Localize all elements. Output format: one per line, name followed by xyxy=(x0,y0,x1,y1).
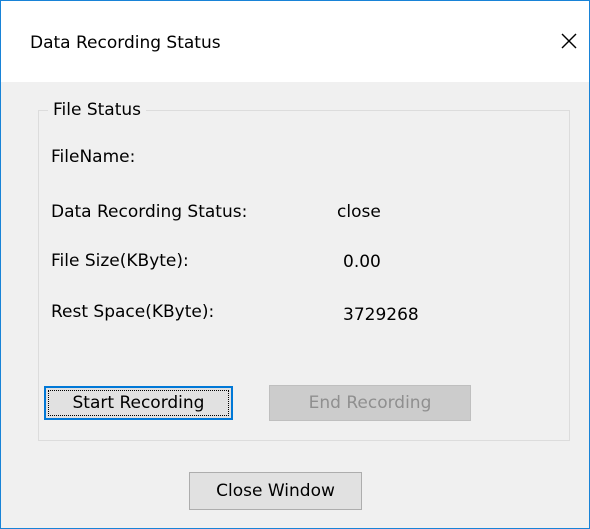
rest-space-value: 3729268 xyxy=(343,305,419,325)
title-bar[interactable]: Data Recording Status xyxy=(1,1,589,82)
close-icon[interactable] xyxy=(554,26,584,56)
file-size-label: File Size(KByte): xyxy=(51,251,189,271)
end-recording-label: End Recording xyxy=(308,393,432,413)
recording-status-label: Data Recording Status: xyxy=(51,202,248,222)
close-window-label: Close Window xyxy=(216,481,335,501)
rest-space-label: Rest Space(KByte): xyxy=(51,302,215,322)
file-size-value: 0.00 xyxy=(343,252,381,272)
filename-label: FileName: xyxy=(51,147,136,167)
end-recording-button[interactable]: End Recording xyxy=(269,385,471,421)
start-recording-label: Start Recording xyxy=(72,393,205,413)
data-recording-status-window: Data Recording Status File Status FileNa… xyxy=(0,0,590,529)
file-status-group-title: File Status xyxy=(48,100,147,120)
start-recording-button[interactable]: Start Recording xyxy=(44,386,233,420)
recording-status-value: close xyxy=(337,202,381,222)
close-window-button[interactable]: Close Window xyxy=(189,472,362,510)
window-title: Data Recording Status xyxy=(30,33,221,53)
